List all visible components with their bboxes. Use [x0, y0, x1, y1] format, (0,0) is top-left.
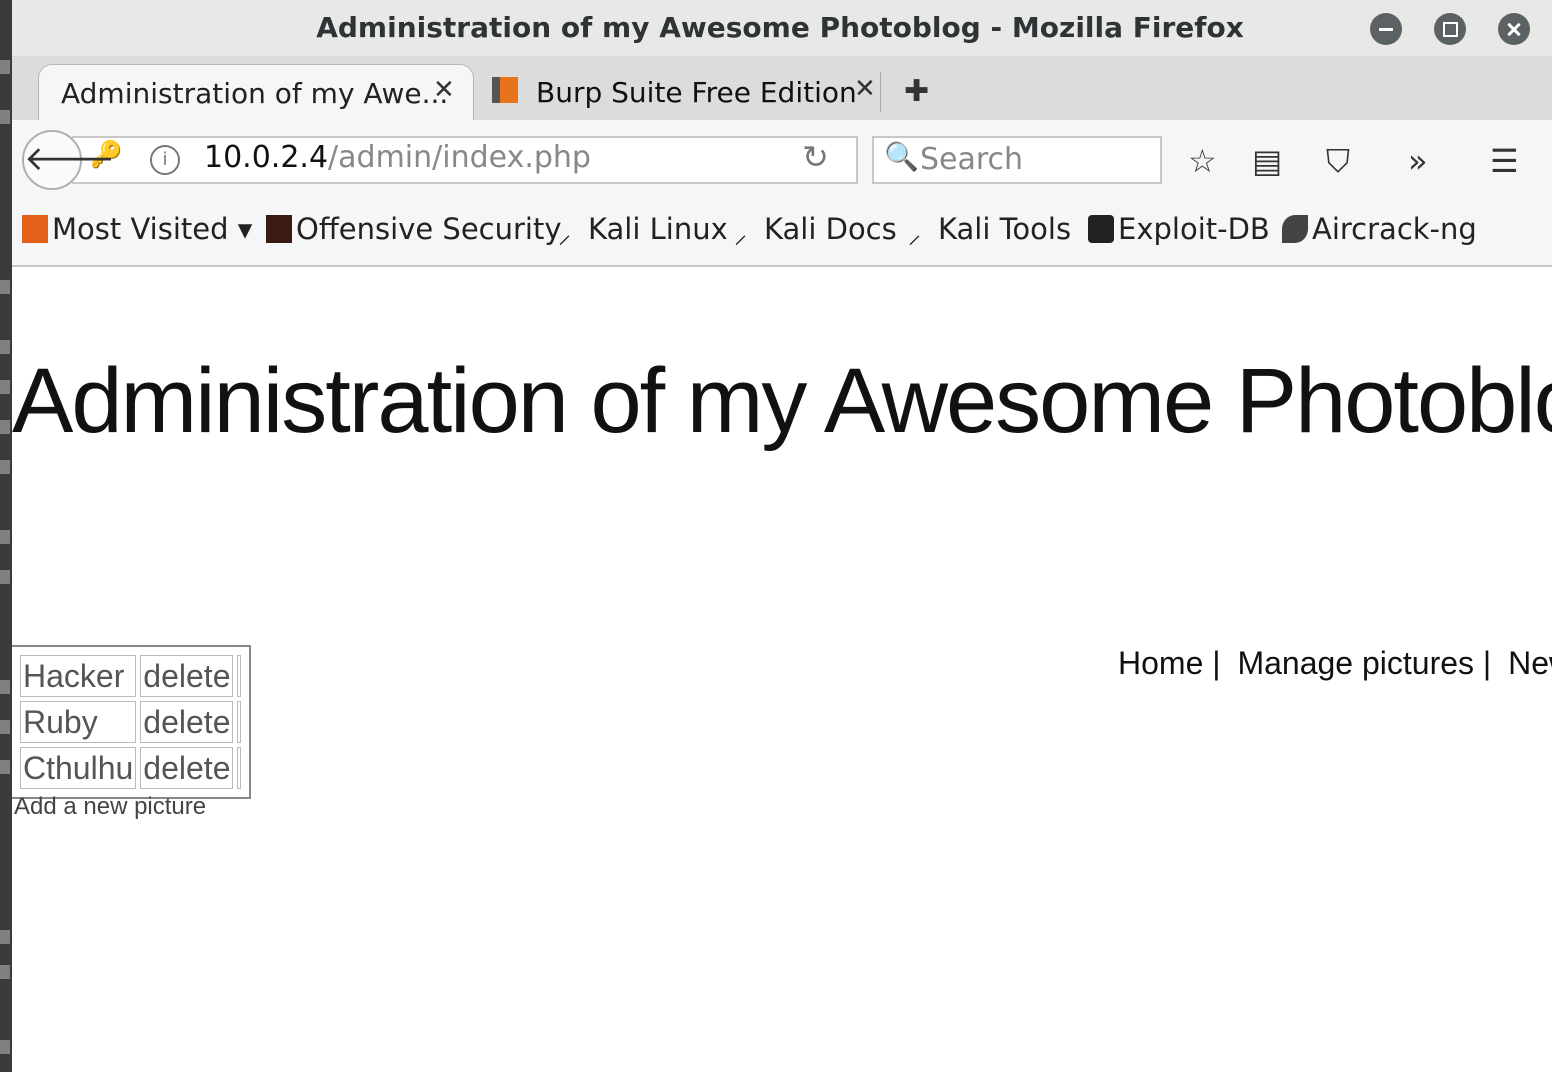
- hamburger-menu-icon[interactable]: ☰: [1490, 142, 1519, 180]
- aircrack-icon: [1282, 215, 1308, 243]
- close-tab-icon[interactable]: ✕: [433, 75, 455, 105]
- admin-nav: Home | Manage pictures | New: [1118, 645, 1552, 682]
- site-info-icon[interactable]: i: [150, 145, 180, 175]
- pocket-icon[interactable]: ⛉: [1326, 142, 1350, 181]
- tab-strip: Administration of my Awe... ✕ Burp Suite…: [12, 56, 1552, 121]
- window-title: Administration of my Awesome Photoblog -…: [316, 11, 1244, 44]
- bookmark-label: Offensive Security: [296, 212, 562, 246]
- new-tab-button[interactable]: ✚: [904, 74, 929, 109]
- search-placeholder: Search: [920, 142, 1024, 177]
- bookmark-star-icon[interactable]: ☆: [1188, 142, 1217, 180]
- picture-name: Hacker: [20, 655, 137, 697]
- picture-name: Ruby: [20, 701, 137, 743]
- bookmark-label: Kali Tools: [938, 212, 1072, 246]
- bookmark-label: Kali Docs: [764, 212, 897, 246]
- kali-icon: ⸝: [734, 220, 748, 250]
- minimize-button[interactable]: [1370, 13, 1402, 45]
- delete-link[interactable]: delete: [140, 655, 234, 697]
- picture-name: Cthulhu: [20, 747, 137, 789]
- bookmark-label: Most Visited ▾: [52, 212, 253, 246]
- search-bar[interactable]: 🔍 Search: [872, 136, 1162, 184]
- nav-link-home[interactable]: Home |: [1118, 645, 1221, 681]
- background-terminal-edge: [0, 0, 12, 1072]
- delete-link[interactable]: delete: [140, 747, 234, 789]
- bookmark-aircrack-ng[interactable]: Aircrack-ng: [1282, 212, 1477, 246]
- tab-admin[interactable]: Administration of my Awe... ✕: [38, 64, 474, 121]
- page-content: Administration of my Awesome Photoblog H…: [12, 267, 1552, 1072]
- table-row: Ruby delete: [20, 701, 242, 743]
- burp-favicon-icon: [492, 77, 518, 103]
- folder-rss-icon: [22, 215, 48, 243]
- title-bar[interactable]: Administration of my Awesome Photoblog -…: [12, 0, 1552, 56]
- reading-list-icon[interactable]: ▤: [1252, 142, 1282, 180]
- url-text[interactable]: 10.0.2.4/admin/index.php: [204, 140, 591, 175]
- url-path: /admin/index.php: [328, 140, 591, 175]
- overflow-chevron-icon[interactable]: »: [1408, 142, 1428, 180]
- bookmark-exploit-db[interactable]: Exploit-DB: [1088, 212, 1270, 246]
- delete-link[interactable]: delete: [140, 701, 234, 743]
- bookmark-kali-linux[interactable]: ⸝ Kali Linux: [558, 212, 728, 250]
- table-cell: [237, 701, 242, 743]
- reload-icon[interactable]: ↻: [802, 138, 829, 176]
- table-cell: [237, 655, 242, 697]
- firefox-window: Administration of my Awesome Photoblog -…: [12, 0, 1552, 1072]
- url-bar[interactable]: 🔑 i 10.0.2.4/admin/index.php ↻: [72, 136, 858, 184]
- bookmark-label: Exploit-DB: [1118, 212, 1270, 246]
- maximize-button[interactable]: [1434, 13, 1466, 45]
- nav-link-manage-pictures[interactable]: Manage pictures |: [1237, 645, 1491, 681]
- search-icon: 🔍: [884, 140, 919, 173]
- close-tab-icon[interactable]: ✕: [854, 74, 876, 104]
- kali-icon: ⸝: [908, 220, 922, 250]
- table-row: Cthulhu delete: [20, 747, 242, 789]
- bookmark-offensive-security[interactable]: Offensive Security: [266, 212, 562, 246]
- page-title: Administration of my Awesome Photoblog: [12, 350, 1552, 452]
- bookmark-label: Kali Linux: [588, 212, 728, 246]
- exploitdb-icon: [1088, 215, 1114, 243]
- tab-separator: [880, 72, 881, 112]
- url-host: 10.0.2.4: [204, 140, 329, 175]
- back-button[interactable]: 🡐: [22, 130, 115, 190]
- bookmark-most-visited[interactable]: Most Visited ▾: [22, 212, 252, 246]
- bookmark-kali-docs[interactable]: ⸝ Kali Docs: [734, 212, 897, 250]
- bookmarks-toolbar: Most Visited ▾ Offensive Security ⸝ Kali …: [12, 198, 1552, 267]
- nav-link-new[interactable]: New: [1508, 645, 1552, 681]
- add-new-picture-link[interactable]: Add a new picture: [14, 793, 206, 821]
- tab-burp[interactable]: Burp Suite Free Edition ✕: [478, 64, 882, 120]
- pictures-table: Hacker delete Ruby delete Cthulhu delete: [12, 645, 252, 799]
- bookmark-kali-tools[interactable]: ⸝ Kali Tools: [908, 212, 1072, 250]
- kali-icon: ⸝: [558, 220, 572, 250]
- offsec-icon: [266, 215, 292, 243]
- tab-label: Burp Suite Free Edition: [536, 76, 857, 109]
- navigation-toolbar: 🔑 i 10.0.2.4/admin/index.php ↻ 🡐 🔍 Searc…: [12, 120, 1552, 198]
- close-window-button[interactable]: [1498, 13, 1530, 45]
- table-row: Hacker delete: [20, 655, 242, 697]
- table-cell: [237, 747, 242, 789]
- bookmark-label: Aircrack-ng: [1312, 212, 1477, 246]
- tab-label: Administration of my Awe...: [61, 77, 449, 110]
